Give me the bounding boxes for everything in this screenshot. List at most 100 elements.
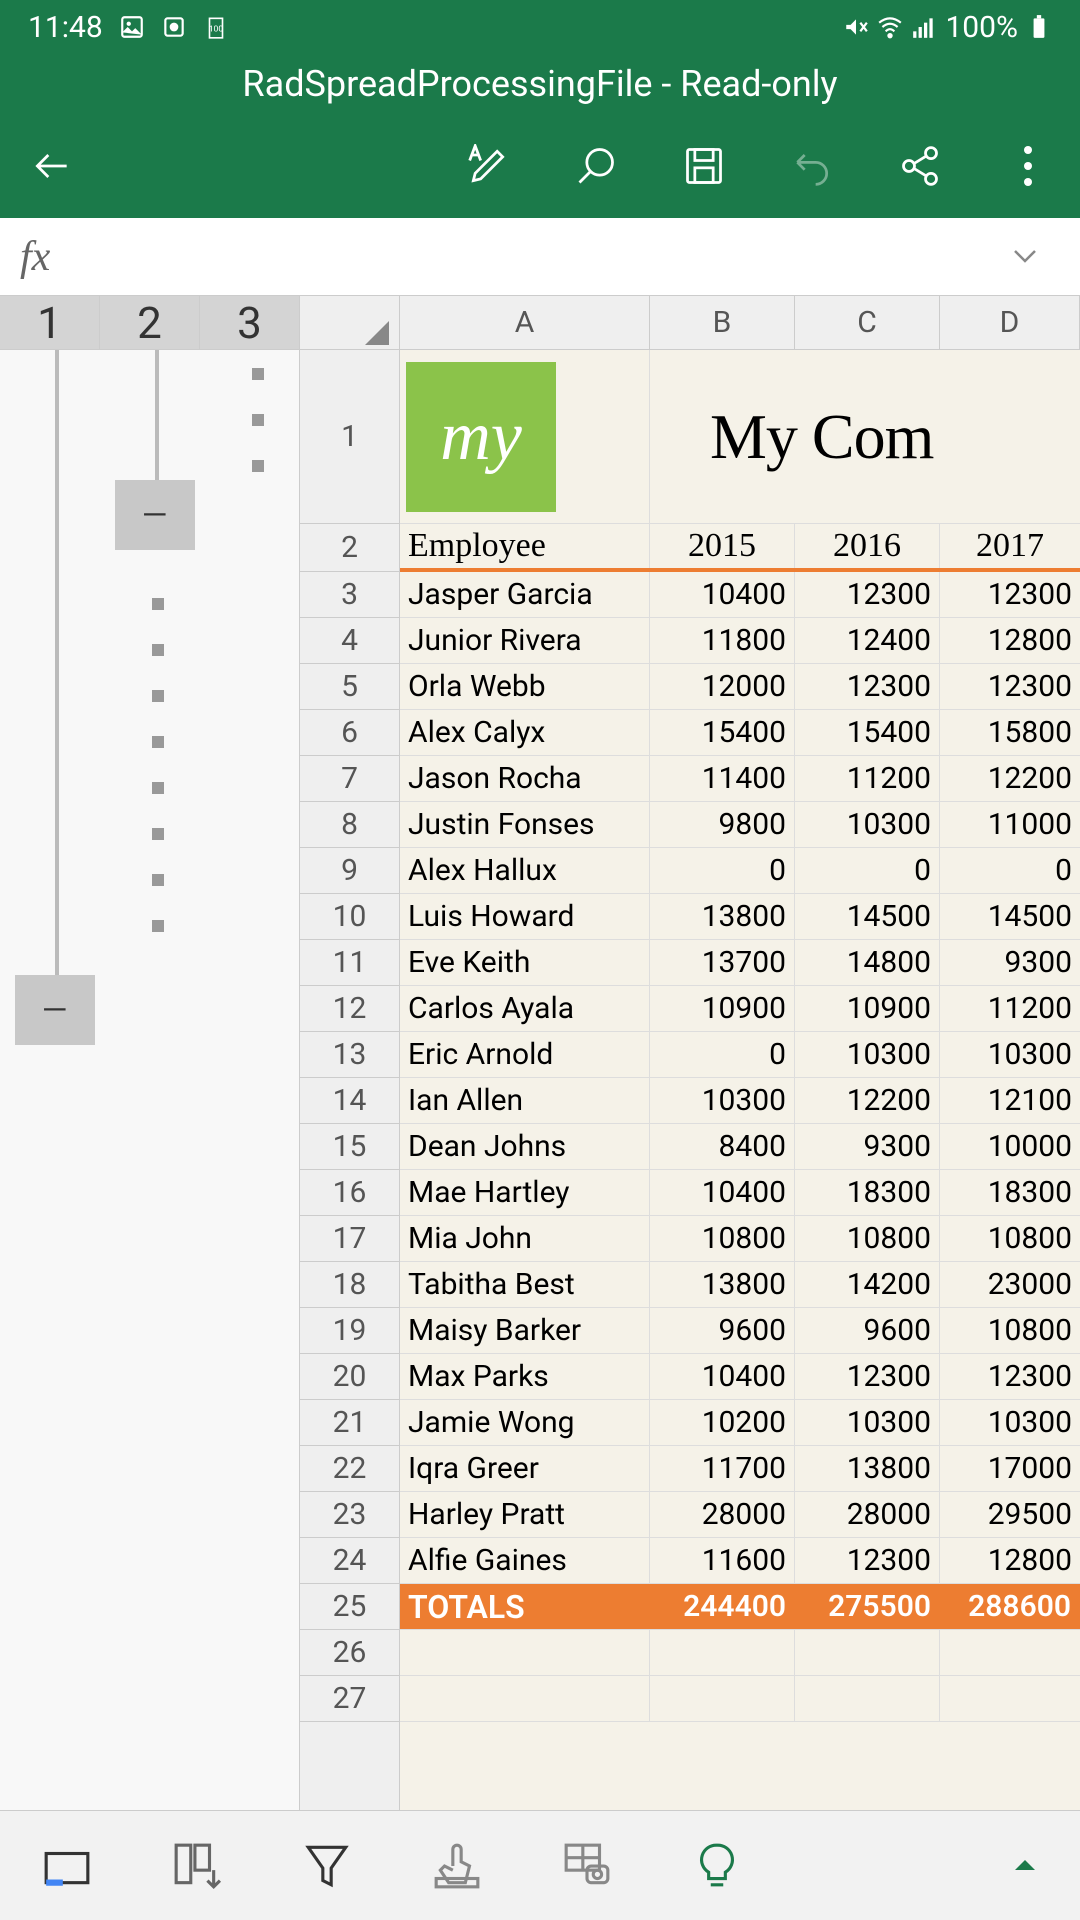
value-2016[interactable]: 13800 <box>795 1446 940 1491</box>
value-2015[interactable]: 8400 <box>650 1124 795 1169</box>
touch-icon[interactable] <box>430 1839 484 1893</box>
header-2017[interactable]: 2017 <box>940 524 1080 568</box>
sheet-icon[interactable] <box>40 1839 94 1893</box>
value-2016[interactable]: 12300 <box>795 664 940 709</box>
value-2017[interactable]: 9300 <box>940 940 1080 985</box>
value-2016[interactable]: 11200 <box>795 756 940 801</box>
value-2016[interactable]: 9600 <box>795 1308 940 1353</box>
bulb-icon[interactable] <box>690 1839 744 1893</box>
formula-input[interactable] <box>50 218 990 295</box>
value-2016[interactable]: 28000 <box>795 1492 940 1537</box>
row-header[interactable]: 1 <box>300 350 399 524</box>
row-header[interactable]: 16 <box>300 1170 399 1216</box>
value-2017[interactable]: 14500 <box>940 894 1080 939</box>
value-2015[interactable]: 11600 <box>650 1538 795 1583</box>
sort-icon[interactable] <box>170 1839 224 1893</box>
employee-name[interactable]: Tabitha Best <box>400 1262 650 1307</box>
value-2015[interactable]: 10400 <box>650 572 795 617</box>
value-2015[interactable]: 10900 <box>650 986 795 1031</box>
row-header[interactable]: 8 <box>300 802 399 848</box>
value-2015[interactable]: 11800 <box>650 618 795 663</box>
row-header[interactable]: 14 <box>300 1078 399 1124</box>
totals-2016[interactable]: 275500 <box>795 1584 940 1629</box>
outline-level-3[interactable]: 3 <box>200 296 300 350</box>
row-header[interactable]: 2 <box>300 524 399 572</box>
value-2016[interactable]: 12300 <box>795 1354 940 1399</box>
value-2015[interactable]: 0 <box>650 848 795 893</box>
value-2016[interactable]: 9300 <box>795 1124 940 1169</box>
row-header[interactable]: 23 <box>300 1492 399 1538</box>
value-2017[interactable]: 12300 <box>940 1354 1080 1399</box>
camera-grid-icon[interactable] <box>560 1839 614 1893</box>
totals-2017[interactable]: 288600 <box>940 1584 1080 1629</box>
column-header-b[interactable]: B <box>650 296 795 350</box>
employee-name[interactable]: Alfie Gaines <box>400 1538 650 1583</box>
value-2017[interactable]: 10000 <box>940 1124 1080 1169</box>
value-2017[interactable]: 10800 <box>940 1216 1080 1261</box>
employee-name[interactable]: Carlos Ayala <box>400 986 650 1031</box>
employee-name[interactable]: Jamie Wong <box>400 1400 650 1445</box>
header-2016[interactable]: 2016 <box>795 524 940 568</box>
save-icon[interactable] <box>680 142 728 190</box>
value-2017[interactable]: 12100 <box>940 1078 1080 1123</box>
value-2015[interactable]: 28000 <box>650 1492 795 1537</box>
value-2015[interactable]: 13800 <box>650 894 795 939</box>
value-2016[interactable]: 10300 <box>795 802 940 847</box>
row-header[interactable]: 11 <box>300 940 399 986</box>
outline-level-2[interactable]: 2 <box>100 296 200 350</box>
outline-collapse-2[interactable]: – <box>115 480 195 550</box>
row-header[interactable]: 24 <box>300 1538 399 1584</box>
value-2015[interactable]: 13700 <box>650 940 795 985</box>
value-2017[interactable]: 10800 <box>940 1308 1080 1353</box>
employee-name[interactable]: Justin Fonses <box>400 802 650 847</box>
header-employee[interactable]: Employee <box>400 524 650 568</box>
employee-name[interactable]: Jasper Garcia <box>400 572 650 617</box>
filter-icon[interactable] <box>300 1839 354 1893</box>
expand-up-icon[interactable] <box>1010 1848 1040 1883</box>
value-2016[interactable]: 10300 <box>795 1400 940 1445</box>
value-2017[interactable]: 11200 <box>940 986 1080 1031</box>
employee-name[interactable]: Mia John <box>400 1216 650 1261</box>
row-header[interactable]: 26 <box>300 1630 399 1676</box>
value-2015[interactable]: 10400 <box>650 1354 795 1399</box>
value-2017[interactable]: 15800 <box>940 710 1080 755</box>
row-header[interactable]: 25 <box>300 1584 399 1630</box>
column-header-a[interactable]: A <box>400 296 650 350</box>
value-2015[interactable]: 10200 <box>650 1400 795 1445</box>
chevron-down-icon[interactable] <box>990 239 1060 274</box>
search-icon[interactable] <box>572 142 620 190</box>
value-2015[interactable]: 12000 <box>650 664 795 709</box>
employee-name[interactable]: Eric Arnold <box>400 1032 650 1077</box>
value-2016[interactable]: 15400 <box>795 710 940 755</box>
value-2017[interactable]: 18300 <box>940 1170 1080 1215</box>
column-header-c[interactable]: C <box>795 296 940 350</box>
value-2015[interactable]: 10800 <box>650 1216 795 1261</box>
value-2017[interactable]: 12300 <box>940 664 1080 709</box>
employee-name[interactable]: Mae Hartley <box>400 1170 650 1215</box>
value-2016[interactable]: 14500 <box>795 894 940 939</box>
value-2017[interactable]: 12300 <box>940 572 1080 617</box>
row-header[interactable]: 17 <box>300 1216 399 1262</box>
value-2017[interactable]: 11000 <box>940 802 1080 847</box>
value-2016[interactable]: 12200 <box>795 1078 940 1123</box>
employee-name[interactable]: Max Parks <box>400 1354 650 1399</box>
company-title[interactable]: My Com <box>650 350 1080 523</box>
row-header[interactable]: 3 <box>300 572 399 618</box>
row-header[interactable]: 7 <box>300 756 399 802</box>
share-icon[interactable] <box>896 142 944 190</box>
employee-name[interactable]: Alex Calyx <box>400 710 650 755</box>
value-2016[interactable]: 12300 <box>795 572 940 617</box>
more-menu[interactable] <box>1004 142 1052 190</box>
row-header[interactable]: 12 <box>300 986 399 1032</box>
value-2015[interactable]: 9600 <box>650 1308 795 1353</box>
employee-name[interactable]: Dean Johns <box>400 1124 650 1169</box>
totals-label[interactable]: TOTALS <box>400 1584 650 1629</box>
value-2017[interactable]: 17000 <box>940 1446 1080 1491</box>
select-all-corner[interactable] <box>300 296 400 350</box>
value-2016[interactable]: 10800 <box>795 1216 940 1261</box>
outline-level-1[interactable]: 1 <box>0 296 100 350</box>
value-2015[interactable]: 9800 <box>650 802 795 847</box>
value-2016[interactable]: 14200 <box>795 1262 940 1307</box>
value-2016[interactable]: 18300 <box>795 1170 940 1215</box>
row-header[interactable]: 4 <box>300 618 399 664</box>
